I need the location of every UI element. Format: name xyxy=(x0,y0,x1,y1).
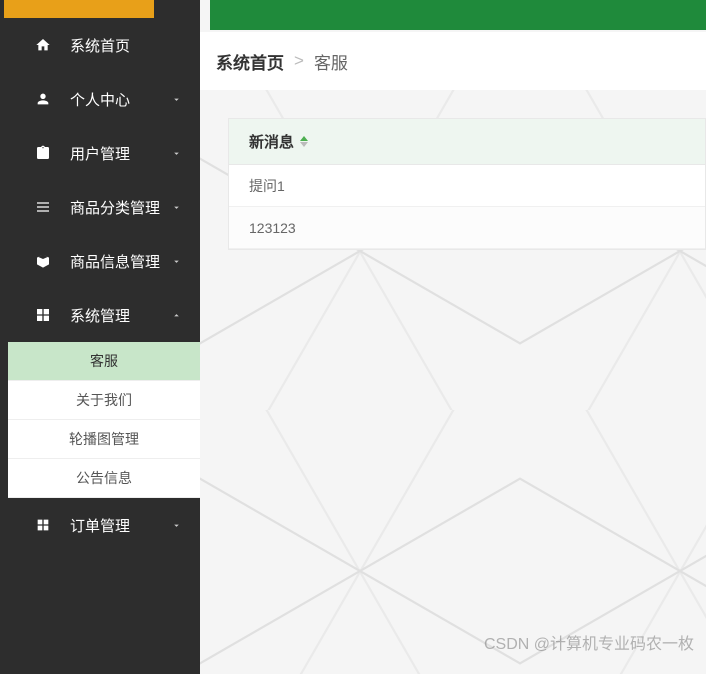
main-area: 系统首页 > 客服 新消息 提问1 123123 CSDN @计算机专业码农一枚 xyxy=(200,0,706,674)
home-icon xyxy=(34,36,52,54)
submenu-item-label: 关于我们 xyxy=(76,390,132,410)
logo-bar xyxy=(4,0,154,18)
sidebar-menu: 系统首页 个人中心 用户管理 商品分类管理 xyxy=(8,18,200,552)
top-bar xyxy=(210,0,706,30)
sidebar-item-label: 系统管理 xyxy=(70,305,170,326)
user-icon xyxy=(34,90,52,108)
cell-value: 123123 xyxy=(249,220,296,236)
sidebar-item-home[interactable]: 系统首页 xyxy=(8,18,200,72)
submenu-item-service[interactable]: 客服 xyxy=(8,342,200,381)
sidebar-item-label: 系统首页 xyxy=(70,35,182,56)
submenu-item-label: 轮播图管理 xyxy=(69,429,139,449)
chevron-down-icon xyxy=(170,93,182,105)
submenu-item-announcement[interactable]: 公告信息 xyxy=(8,459,200,498)
sidebar-item-label: 个人中心 xyxy=(70,89,170,110)
sidebar-item-users[interactable]: 用户管理 xyxy=(8,126,200,180)
cell-value: 提问1 xyxy=(249,176,285,196)
sidebar-item-label: 订单管理 xyxy=(70,515,170,536)
sidebar-item-profile[interactable]: 个人中心 xyxy=(8,72,200,126)
chevron-down-icon xyxy=(170,147,182,159)
sidebar-item-products[interactable]: 商品信息管理 xyxy=(8,234,200,288)
grid2-icon xyxy=(34,516,52,534)
chevron-up-icon xyxy=(170,309,182,321)
chevron-down-icon xyxy=(170,519,182,531)
submenu-item-carousel[interactable]: 轮播图管理 xyxy=(8,420,200,459)
breadcrumb-separator: > xyxy=(294,51,304,71)
breadcrumb-current: 客服 xyxy=(314,49,348,74)
tag-icon xyxy=(34,252,52,270)
sidebar-item-orders[interactable]: 订单管理 xyxy=(8,498,200,552)
clipboard-icon xyxy=(34,144,52,162)
sidebar-item-label: 商品分类管理 xyxy=(70,197,170,218)
submenu-item-label: 客服 xyxy=(90,351,118,371)
sidebar: 系统首页 个人中心 用户管理 商品分类管理 xyxy=(0,0,200,674)
submenu-system: 客服 关于我们 轮播图管理 公告信息 xyxy=(8,342,200,498)
column-header-label: 新消息 xyxy=(249,131,294,152)
chevron-down-icon xyxy=(170,201,182,213)
submenu-item-about[interactable]: 关于我们 xyxy=(8,381,200,420)
sort-icon[interactable] xyxy=(300,136,308,147)
message-table: 新消息 提问1 123123 xyxy=(228,118,706,250)
breadcrumb: 系统首页 > 客服 xyxy=(200,32,706,90)
grid-icon xyxy=(34,306,52,324)
list-icon xyxy=(34,198,52,216)
submenu-item-label: 公告信息 xyxy=(76,468,132,488)
chevron-down-icon xyxy=(170,255,182,267)
sidebar-item-categories[interactable]: 商品分类管理 xyxy=(8,180,200,234)
sidebar-item-label: 用户管理 xyxy=(70,143,170,164)
sidebar-item-system[interactable]: 系统管理 xyxy=(8,288,200,342)
table-row[interactable]: 提问1 xyxy=(229,165,705,207)
breadcrumb-root[interactable]: 系统首页 xyxy=(216,49,284,74)
table-header[interactable]: 新消息 xyxy=(229,119,705,165)
table-row[interactable]: 123123 xyxy=(229,207,705,249)
sidebar-item-label: 商品信息管理 xyxy=(70,251,170,272)
content-panel: 新消息 提问1 123123 xyxy=(200,90,706,674)
